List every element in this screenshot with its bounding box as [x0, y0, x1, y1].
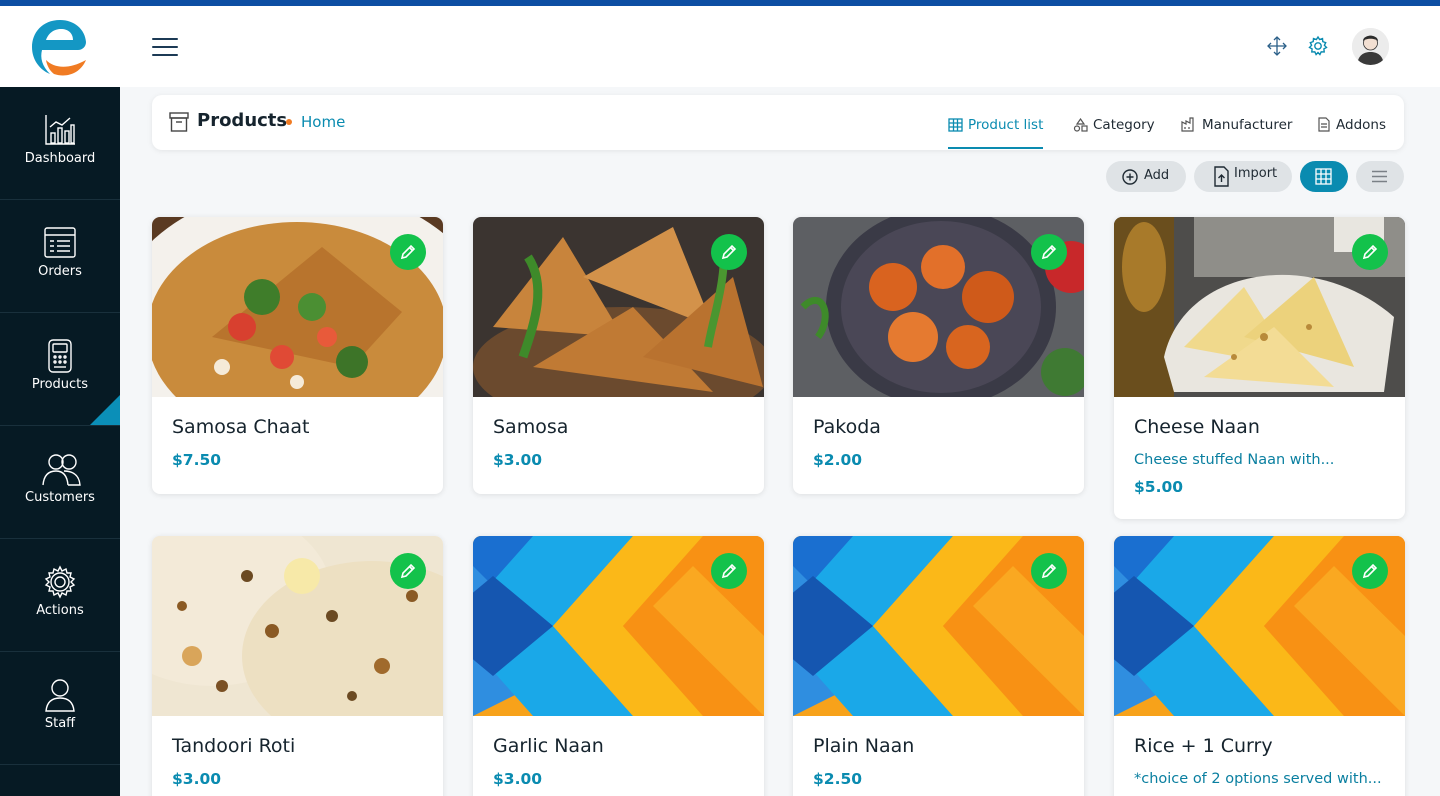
grid-table-icon	[948, 118, 963, 132]
product-card-samosa-chaat[interactable]: Samosa Chaat $7.50	[152, 217, 443, 494]
edit-pencil-icon[interactable]	[390, 234, 426, 270]
product-card-plain-naan[interactable]: Plain Naan $2.50	[793, 536, 1084, 796]
product-card-tandoori-roti[interactable]: Tandoori Roti $3.00	[152, 536, 443, 796]
import-button[interactable]: Import	[1194, 161, 1292, 192]
sidebar-item-label: Products	[31, 377, 89, 392]
person-icon	[42, 678, 78, 712]
edit-pencil-icon[interactable]	[1352, 234, 1388, 270]
tab-category[interactable]: Category	[1073, 117, 1155, 149]
sidebar-item-customers[interactable]: Customers	[0, 426, 120, 539]
tab-product-list[interactable]: Product list	[948, 117, 1044, 149]
tab-label: Category	[1093, 117, 1155, 133]
bar-chart-icon	[42, 113, 78, 147]
product-name: Samosa Chaat	[172, 416, 310, 438]
product-price: $3.00	[493, 770, 543, 788]
edit-pencil-icon[interactable]	[390, 553, 426, 589]
product-card-pakoda[interactable]: Pakoda $2.00	[793, 217, 1084, 494]
sidebar: Dashboard Orders Products Customers Acti…	[0, 87, 120, 796]
sidebar-item-label: Staff	[44, 716, 76, 731]
tab-label: Addons	[1336, 117, 1386, 133]
product-name: Cheese Naan	[1134, 416, 1260, 438]
product-card-rice-curry[interactable]: Rice + 1 Curry *choice of 2 options serv…	[1114, 536, 1405, 796]
edit-pencil-icon[interactable]	[1031, 553, 1067, 589]
factory-icon	[1181, 117, 1194, 132]
sidebar-item-label: Actions	[36, 603, 84, 618]
tab-manufacturer[interactable]: Manufacturer	[1181, 117, 1292, 149]
product-name: Pakoda	[813, 416, 881, 438]
product-description: Cheese stuffed Naan with...	[1134, 452, 1335, 468]
product-price: $2.50	[813, 770, 863, 788]
top-header	[0, 6, 1440, 87]
gear-icon	[42, 565, 78, 599]
add-button[interactable]: Add	[1106, 161, 1186, 192]
plus-circle-icon	[1122, 169, 1138, 185]
user-avatar[interactable]	[1352, 28, 1389, 65]
brand-logo[interactable]	[28, 16, 92, 78]
page-header-bar: Products Home Product list Category Manu…	[152, 95, 1404, 150]
grid-view-icon	[1315, 168, 1332, 185]
sidebar-item-dashboard[interactable]: Dashboard	[0, 87, 120, 200]
import-button-label: Import	[1234, 166, 1278, 181]
product-name: Rice + 1 Curry	[1134, 735, 1273, 757]
users-icon	[42, 452, 81, 486]
product-name: Samosa	[493, 416, 569, 438]
sidebar-item-label: Dashboard	[24, 151, 96, 166]
product-name: Garlic Naan	[493, 735, 604, 757]
move-arrows-icon[interactable]	[1266, 35, 1288, 57]
breadcrumb-home-link[interactable]: Home	[301, 113, 345, 131]
document-icon	[1318, 117, 1330, 132]
shapes-icon	[1073, 117, 1088, 132]
sidebar-item-actions[interactable]: Actions	[0, 539, 120, 652]
page-title: Products	[197, 110, 288, 131]
sidebar-item-staff[interactable]: Staff	[0, 652, 120, 765]
sidebar-item-label: Orders	[38, 264, 82, 279]
product-card-cheese-naan[interactable]: Cheese Naan Cheese stuffed Naan with... …	[1114, 217, 1405, 519]
product-name: Tandoori Roti	[172, 735, 296, 757]
product-price: $3.00	[493, 451, 543, 469]
breadcrumb-separator	[286, 119, 292, 125]
edit-pencil-icon[interactable]	[711, 234, 747, 270]
product-card-samosa[interactable]: Samosa $3.00	[473, 217, 764, 494]
calculator-icon	[42, 339, 78, 373]
settings-gear-icon[interactable]	[1307, 35, 1329, 57]
active-indicator	[90, 395, 120, 425]
list-icon	[42, 226, 78, 260]
list-view-icon	[1372, 170, 1387, 183]
edit-pencil-icon[interactable]	[711, 553, 747, 589]
list-view-button[interactable]	[1356, 161, 1404, 192]
tab-addons[interactable]: Addons	[1317, 117, 1386, 149]
product-description: *choice of 2 options served with...	[1134, 771, 1382, 787]
product-price: $3.00	[172, 770, 222, 788]
product-price: $5.00	[1134, 478, 1184, 496]
sidebar-item-orders[interactable]: Orders	[0, 200, 120, 313]
product-price: $7.50	[172, 451, 222, 469]
tab-label: Manufacturer	[1202, 117, 1293, 133]
tab-label: Product list	[968, 117, 1044, 133]
product-card-garlic-naan[interactable]: Garlic Naan $3.00	[473, 536, 764, 796]
product-name: Plain Naan	[813, 735, 915, 757]
archive-box-icon	[169, 111, 189, 133]
product-price: $2.00	[813, 451, 863, 469]
sidebar-item-products[interactable]: Products	[0, 313, 120, 426]
sidebar-item-label: Customers	[25, 490, 95, 505]
hamburger-icon[interactable]	[152, 38, 178, 58]
grid-view-button[interactable]	[1300, 161, 1348, 192]
add-button-label: Add	[1144, 168, 1170, 183]
edit-pencil-icon[interactable]	[1031, 234, 1067, 270]
file-upload-icon	[1214, 166, 1229, 187]
edit-pencil-icon[interactable]	[1352, 553, 1388, 589]
